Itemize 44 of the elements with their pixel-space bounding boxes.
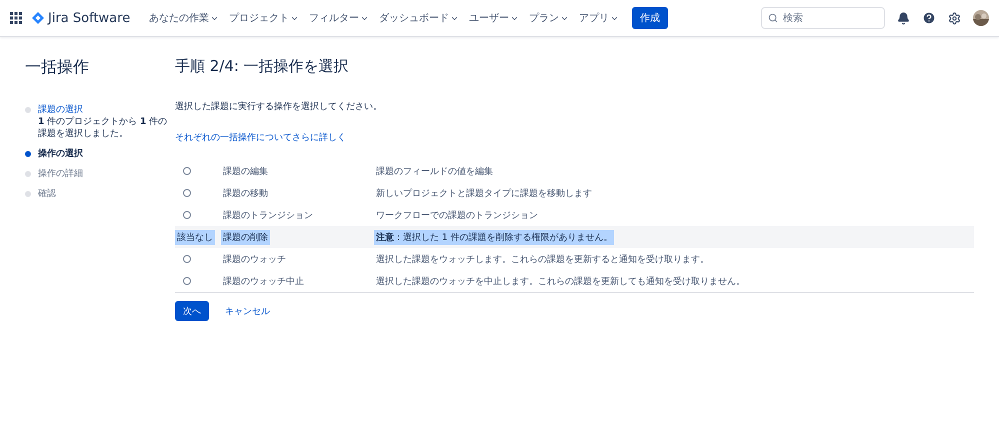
step-detail: 1 件のプロジェクトから 1 件の課題を選択しました。 [38,116,168,140]
operation-name: 課題の移動 [222,188,269,200]
next-button[interactable]: 次へ [175,301,209,321]
radio-button[interactable] [183,277,191,285]
search-icon [768,13,778,23]
operation-name: 課題のウォッチ [222,254,287,266]
operation-description: 選択した課題をウォッチします。これらの課題を更新すると通知を受け取ります。 [375,254,710,266]
unavailable-status: 該当なし [175,230,215,244]
step-label[interactable]: 課題の選択 [38,105,83,115]
step-label: 操作の選択 [38,149,83,159]
operation-name: 課題のトランジション [222,210,314,222]
operation-name: 課題のウォッチ中止 [222,276,305,288]
nav-menu[interactable]: ユーザー [464,11,524,25]
operation-description: 新しいプロジェクトと課題タイプに課題を移動します [375,187,593,200]
nav-menu[interactable]: ダッシュボード [374,11,464,25]
nav-menu[interactable]: あなたの作業 [144,11,224,25]
radio-button[interactable] [183,211,191,219]
nav-menu[interactable]: アプリ [574,11,624,25]
operation-name: 課題の削除 [221,230,270,244]
radio-button[interactable] [183,167,191,175]
operation-name: 課題の編集 [222,166,269,178]
notification-icon[interactable] [897,12,910,24]
instruction-text: 選択した課題に実行する操作を選択してください。 [175,100,383,113]
operation-description: ワークフローでの課題のトランジション [375,210,539,222]
product-logo[interactable]: Jira Software [32,10,130,26]
help-icon[interactable] [922,11,936,25]
radio-button[interactable] [183,189,191,197]
create-button[interactable]: 作成 [632,7,668,29]
app-switcher-icon[interactable] [10,12,22,24]
step-label: 操作の詳細 [38,169,83,179]
step-label: 確認 [38,189,56,199]
nav-menu[interactable]: プロジェクト [224,11,304,25]
settings-icon[interactable] [948,12,961,24]
cancel-link[interactable]: キャンセル [225,304,270,318]
page-title: 一括操作 [25,57,90,78]
step-title: 手順 2/4: 一括操作を選択 [175,57,350,76]
operation-description: 選択した課題のウォッチを中止します。これらの課題を更新しても通知を受け取りません。 [375,276,746,288]
search-field[interactable]: 検索 [761,7,885,29]
radio-button[interactable] [183,255,191,263]
operation-description: 課題のフィールドの値を編集 [375,166,494,178]
help-link[interactable]: それぞれの一括操作についてさらに詳しく [175,133,346,143]
nav-menu[interactable]: フィルター [304,11,374,25]
nav-menu[interactable]: プラン [524,11,574,25]
operation-description: 注意：選択した 1 件の課題を削除する権限がありません。 [374,230,614,244]
